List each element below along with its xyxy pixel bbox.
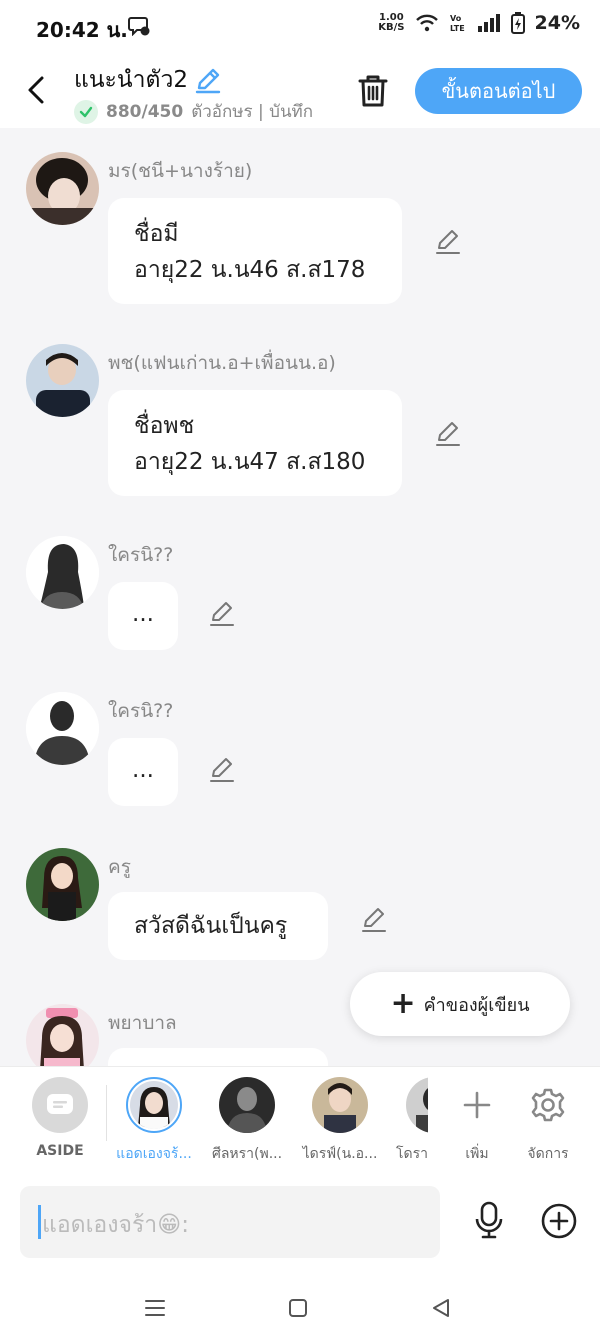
edit-icon[interactable] <box>434 420 462 448</box>
sender-name: มร(ชนี+นางร้าย) <box>108 160 253 182</box>
character-selected[interactable]: แอดเองจร้... <box>114 1077 194 1165</box>
avatar[interactable] <box>26 152 99 225</box>
home-icon[interactable] <box>283 1293 313 1323</box>
author-note-button[interactable]: + คำของผู้เขียน <box>350 972 570 1036</box>
edit-title-icon[interactable] <box>194 66 222 94</box>
sender-name: ครู <box>108 856 131 878</box>
author-note-label: คำของผู้เขียน <box>423 994 530 1016</box>
messenger-notification-icon <box>128 17 150 36</box>
avatar <box>312 1077 368 1133</box>
add-circle-icon[interactable] <box>540 1202 578 1240</box>
gear-icon <box>531 1088 565 1122</box>
sender-name: พยาบาล <box>108 1012 177 1034</box>
message-bubble[interactable]: ชื่อพช อายุ22 น.น47 ส.ส180 <box>108 390 402 496</box>
character-label: เพิ่ม <box>465 1146 489 1162</box>
message-bubble[interactable]: สวัสดีฉันเป็นครู <box>108 892 328 960</box>
svg-text:Vo: Vo <box>450 14 462 23</box>
edit-icon[interactable] <box>208 600 236 628</box>
system-nav-bar <box>0 1271 600 1343</box>
network-speed-unit: KB/S <box>378 22 405 33</box>
volte-icon: Vo LTE <box>450 14 465 33</box>
edit-icon[interactable] <box>208 756 236 784</box>
message-bubble[interactable]: ... <box>108 738 178 806</box>
character-count: 880/450 <box>106 101 184 122</box>
page-title: แนะนำตัว2 <box>74 62 222 98</box>
character-count-label: ตัวอักษร | บันทึก <box>191 102 314 122</box>
text-caret <box>38 1205 41 1239</box>
sender-name: พช(แฟนเก่าน.อ+เพื่อนน.อ) <box>108 352 336 374</box>
signal-icon <box>477 14 500 32</box>
input-area: แอดเองจร้า😁: <box>0 1174 600 1271</box>
back-triangle-icon[interactable] <box>426 1293 456 1323</box>
svg-text:LTE: LTE <box>450 24 465 33</box>
battery-icon <box>510 12 525 34</box>
battery-percentage: 24% <box>534 12 580 34</box>
status-bar: 20:42 น. 1.00 KB/S Vo LTE 24% <box>0 0 600 54</box>
add-character-button[interactable]: เพิ่ม <box>437 1077 517 1165</box>
message-bubble[interactable] <box>108 1048 328 1066</box>
avatar[interactable] <box>26 848 99 921</box>
message-bubble[interactable]: ... <box>108 582 178 650</box>
sender-name: ใครนิ?? <box>108 544 174 566</box>
character-item[interactable]: ไดรฟ์(น.อ... <box>300 1077 380 1165</box>
header: แนะนำตัว2 880/450 ตัวอักษร | บันทึก ขั้น… <box>0 54 600 128</box>
plus-icon: + <box>390 986 416 1021</box>
character-item[interactable]: โดรา <box>386 1077 428 1165</box>
manage-characters-button[interactable]: จัดการ <box>508 1077 588 1165</box>
edit-icon[interactable] <box>434 228 462 256</box>
character-bar: ASIDE แอดเองจร้... ศีลหรา(พ... ไดรฟ์(น.อ… <box>0 1066 600 1174</box>
wifi-icon <box>415 14 438 32</box>
character-label: จัดการ <box>527 1146 569 1162</box>
chat-list[interactable]: มร(ชนี+นางร้าย) ชื่อมี อายุ22 น.น46 ส.ส1… <box>0 128 600 1066</box>
avatar[interactable] <box>26 344 99 417</box>
divider <box>106 1085 107 1141</box>
edit-icon[interactable] <box>360 906 388 934</box>
avatar <box>406 1077 428 1133</box>
save-status: 880/450 ตัวอักษร | บันทึก <box>74 98 313 125</box>
microphone-icon[interactable] <box>472 1200 506 1240</box>
message-input[interactable]: แอดเองจร้า😁: <box>20 1186 440 1258</box>
character-label: ASIDE <box>36 1143 84 1159</box>
character-label: ไดรฟ์(น.อ... <box>302 1146 378 1162</box>
avatar-silhouette-female[interactable] <box>26 536 99 609</box>
character-item[interactable]: ศีลหรา(พ... <box>207 1077 287 1165</box>
sender-name: ใครนิ?? <box>108 700 174 722</box>
avatar[interactable] <box>26 1004 99 1066</box>
character-label: โดรา <box>396 1146 428 1162</box>
avatar-silhouette-male[interactable] <box>26 692 99 765</box>
avatar <box>219 1077 275 1133</box>
page-title-text: แนะนำตัว2 <box>74 67 189 93</box>
character-aside[interactable]: ASIDE <box>20 1077 100 1159</box>
character-label: แอดเองจร้... <box>116 1146 192 1162</box>
message-bubble[interactable]: ชื่อมี อายุ22 น.น46 ส.ส178 <box>108 198 402 304</box>
network-speed: 1.00 KB/S <box>378 13 404 33</box>
trash-icon[interactable] <box>354 72 392 110</box>
back-arrow-icon[interactable] <box>20 70 54 110</box>
check-icon <box>74 99 98 124</box>
next-step-button[interactable]: ขั้นตอนต่อไป <box>415 68 582 114</box>
aside-icon <box>32 1077 88 1133</box>
plus-icon <box>463 1091 491 1119</box>
message-input-placeholder: แอดเองจร้า😁: <box>42 1212 189 1238</box>
status-time: 20:42 น. <box>36 18 128 42</box>
menu-icon[interactable] <box>140 1293 170 1323</box>
avatar <box>126 1077 182 1133</box>
character-label: ศีลหรา(พ... <box>211 1146 283 1162</box>
